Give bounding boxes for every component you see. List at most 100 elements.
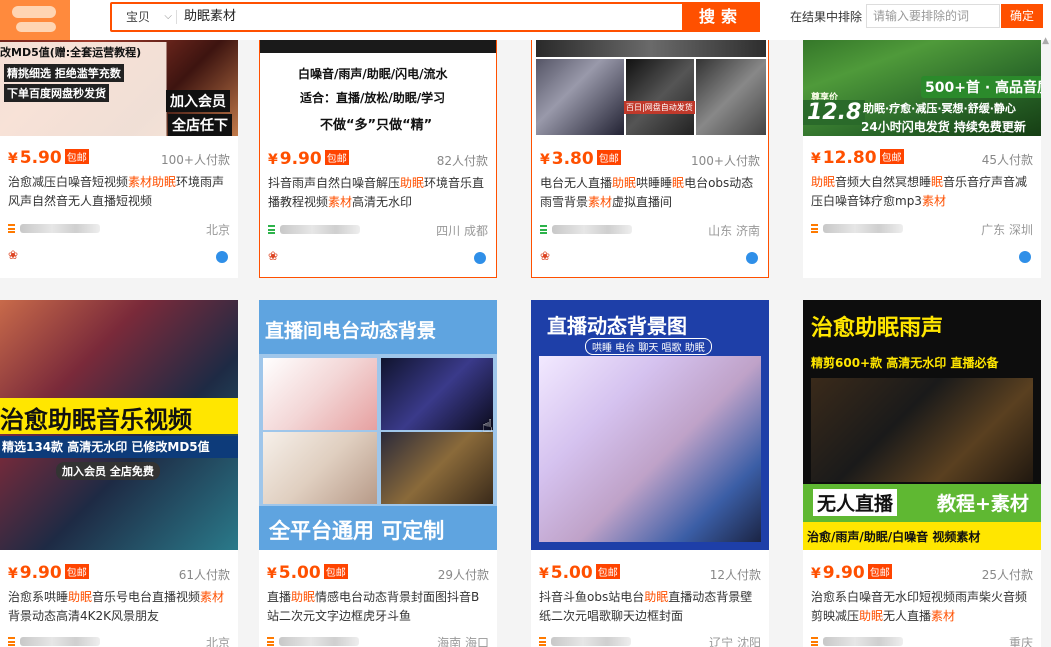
blurred-shop-name xyxy=(279,637,359,646)
product-title[interactable]: 抖音雨声自然白噪音解压助眠环境音乐直播教程视频素材高清无水印 xyxy=(268,174,492,212)
blurred-shop-name xyxy=(20,637,100,646)
product-title[interactable]: 抖音斗鱼obs站电台助眠直播动态背景壁纸二次元唱歌聊天边框封面 xyxy=(539,588,763,626)
banner-text: 精剪600+款 高清无水印 直播必备 xyxy=(811,356,999,370)
shop-name[interactable] xyxy=(811,634,903,647)
shop-location: 广东 深圳 xyxy=(981,223,1033,237)
scroll-up-icon[interactable]: ▲ xyxy=(1042,36,1049,46)
shop-level-icon xyxy=(8,224,15,233)
wangwang-icon[interactable] xyxy=(1019,251,1031,263)
shop-name[interactable] xyxy=(268,222,360,236)
search-box: 宝贝 ⌵ 助眠素材 搜索 xyxy=(110,2,760,32)
wangwang-icon[interactable] xyxy=(216,251,228,263)
flower-icon: ❀ xyxy=(540,249,551,263)
product-card[interactable]: 改MD5值(赠:全套运营教程) 精挑细选 拒绝滥竽充数 下单百度网盘秒发货 加入… xyxy=(0,0,238,278)
shop-name[interactable] xyxy=(267,634,359,647)
banner-text: 加入会员 xyxy=(166,90,230,112)
product-price: ¥5.90 包邮 xyxy=(8,148,89,168)
product-card[interactable]: 500+首 · 高品音质 尊享价 12.8 助眠·疗愈·减压·冥想·舒缓·静心 … xyxy=(803,0,1041,278)
banner-text: 直播动态背景图 xyxy=(547,314,687,338)
free-shipping-badge: 包邮 xyxy=(596,149,621,165)
banner-text: 治愈助眠音乐视频 xyxy=(0,406,192,434)
blurred-shop-name xyxy=(20,224,100,233)
banner-text: 百日|网盘自动发货 xyxy=(624,101,695,114)
blurred-shop-name xyxy=(551,637,631,646)
chevron-down-icon: ⌵ xyxy=(164,11,172,22)
product-card[interactable]: 治愈助眠音乐视频 精选134款 高清无水印 已修改MD5值 加入会员 全店免费 … xyxy=(0,300,238,647)
search-input[interactable]: 助眠素材 xyxy=(184,4,236,30)
banner-text: 适合：直播/放松/助眠/学习 xyxy=(300,91,446,105)
sales-count: 29人付款 xyxy=(437,568,489,582)
mouse-cursor-icon: ☝ xyxy=(482,416,493,437)
banner-text: 全店任下 xyxy=(168,114,232,136)
sales-count: 82人付款 xyxy=(436,154,488,168)
product-title[interactable]: 助眠音频大自然冥想睡眠音乐音疗声音减压白噪音钵疗愈mp3素材 xyxy=(811,173,1035,211)
banner-text: 改MD5值(赠:全套运营教程) xyxy=(0,46,142,59)
product-card[interactable]: 白噪音/雨声/助眠/闪电/流水 适合：直播/放松/助眠/学习 不做“多”只做“精… xyxy=(259,0,497,278)
banner-text: 500+首 · 高品音质 xyxy=(921,76,1041,98)
product-image[interactable]: 治愈助眠音乐视频 精选134款 高清无水印 已修改MD5值 加入会员 全店免费 xyxy=(0,300,238,550)
product-price: ¥9.90 包邮 xyxy=(811,563,892,583)
product-price: ¥9.90 包邮 xyxy=(268,149,349,169)
product-price: ¥5.00 包邮 xyxy=(539,563,620,583)
shop-name[interactable] xyxy=(540,222,632,236)
product-card[interactable]: 直播间电台动态背景 全平台通用 可定制 ¥5.00 包邮 29人付款 直播助眠情感… xyxy=(259,300,497,647)
product-image[interactable]: 直播动态背景图 哄睡 电台 聊天 唱歌 助眠 xyxy=(531,300,769,550)
free-shipping-badge: 包邮 xyxy=(64,563,89,579)
free-shipping-badge: 包邮 xyxy=(324,149,349,165)
search-button[interactable]: 搜索 xyxy=(682,2,760,32)
sales-count: 25人付款 xyxy=(981,568,1033,582)
shop-logo[interactable] xyxy=(0,0,70,40)
shop-name[interactable] xyxy=(539,634,631,647)
product-image[interactable]: 治愈助眠雨声 精剪600+款 高清无水印 直播必备 无人直播 教程+素材 治愈/… xyxy=(803,300,1041,550)
search-category-label: 宝贝 xyxy=(126,10,151,24)
blurred-shop-name xyxy=(552,225,632,234)
shop-name[interactable] xyxy=(811,221,903,235)
wangwang-icon[interactable] xyxy=(474,252,486,264)
product-card[interactable]: 直播动态背景图 哄睡 电台 聊天 唱歌 助眠 ¥5.00 包邮 12人付款 抖音斗… xyxy=(531,300,769,647)
banner-text: 12.8 xyxy=(803,100,866,125)
blurred-shop-name xyxy=(823,224,903,233)
shop-name[interactable] xyxy=(8,221,100,235)
sales-count: 12人付款 xyxy=(709,568,761,582)
shop-level-icon xyxy=(8,637,15,646)
flower-icon: ❀ xyxy=(8,248,19,262)
shop-name[interactable] xyxy=(8,634,100,647)
banner-text: 精选134款 高清无水印 已修改MD5值 xyxy=(2,440,210,454)
banner-text: 全平台通用 可定制 xyxy=(269,519,445,543)
shop-level-icon xyxy=(539,637,546,646)
product-card[interactable]: 治愈助眠雨声 精剪600+款 高清无水印 直播必备 无人直播 教程+素材 治愈/… xyxy=(803,300,1041,647)
product-title[interactable]: 治愈减压白噪音短视频素材助眠环境雨声风声自然音无人直播短视频 xyxy=(8,173,232,211)
top-search-bar: 宝贝 ⌵ 助眠素材 搜索 在结果中排除 请输入要排除的词 确定 xyxy=(0,0,1051,40)
wangwang-icon[interactable] xyxy=(746,252,758,264)
product-title[interactable]: 电台无人直播助眠哄睡睡眠电台obs动态雨雪背景素材虚拟直播间 xyxy=(540,174,764,212)
banner-text: 哄睡 电台 聊天 唱歌 助眠 xyxy=(585,338,712,355)
banner-text: 精挑细选 拒绝滥竽充数 xyxy=(4,64,124,82)
shop-level-icon xyxy=(267,637,274,646)
product-title[interactable]: 直播助眠情感电台动态背景封面图抖音B站二次元文字边框虎牙斗鱼 xyxy=(267,588,491,626)
shop-level-icon xyxy=(268,225,275,234)
search-category-select[interactable]: 宝贝 ⌵ xyxy=(112,4,176,30)
exclude-confirm-button[interactable]: 确定 xyxy=(1001,4,1043,28)
banner-text: 24小时闪电发货 持续免费更新 xyxy=(861,120,1026,134)
banner-text: 教程+素材 xyxy=(937,493,1029,515)
shop-level-icon xyxy=(811,637,818,646)
shop-location: 山东 济南 xyxy=(708,224,760,238)
flower-icon: ❀ xyxy=(268,249,279,263)
divider xyxy=(176,10,177,24)
product-card[interactable]: 百日|网盘自动发货 ¥3.80 包邮 100+人付款 电台无人直播助眠哄睡睡眠电台… xyxy=(531,0,769,278)
banner-text: 下单百度网盘秒发货 xyxy=(4,84,109,102)
banner-text: 助眠·疗愈·减压·冥想·舒缓·静心 xyxy=(863,102,1016,115)
exclude-input[interactable]: 请输入要排除的词 xyxy=(866,4,1000,28)
sales-count: 100+人付款 xyxy=(691,154,760,168)
product-price: ¥3.80 包邮 xyxy=(540,149,621,169)
banner-text: 白噪音/雨声/助眠/闪电/流水 xyxy=(298,67,448,81)
product-title[interactable]: 治愈系白噪音无水印短视频雨声柴火音频剪映减压助眠无人直播素材 xyxy=(811,588,1035,626)
banner-text: 无人直播 xyxy=(813,489,898,516)
product-image[interactable]: 直播间电台动态背景 全平台通用 可定制 xyxy=(259,300,497,550)
banner-text: 加入会员 全店免费 xyxy=(56,462,160,480)
product-title[interactable]: 治愈系哄睡助眠音乐号电台直播视频素材背景动态高清4K2K风景朋友 xyxy=(8,588,232,626)
shop-location: 北京 xyxy=(205,636,230,647)
product-price: ¥12.80 包邮 xyxy=(811,148,904,168)
free-shipping-badge: 包邮 xyxy=(323,563,348,579)
banner-text: 直播间电台动态背景 xyxy=(265,320,437,342)
